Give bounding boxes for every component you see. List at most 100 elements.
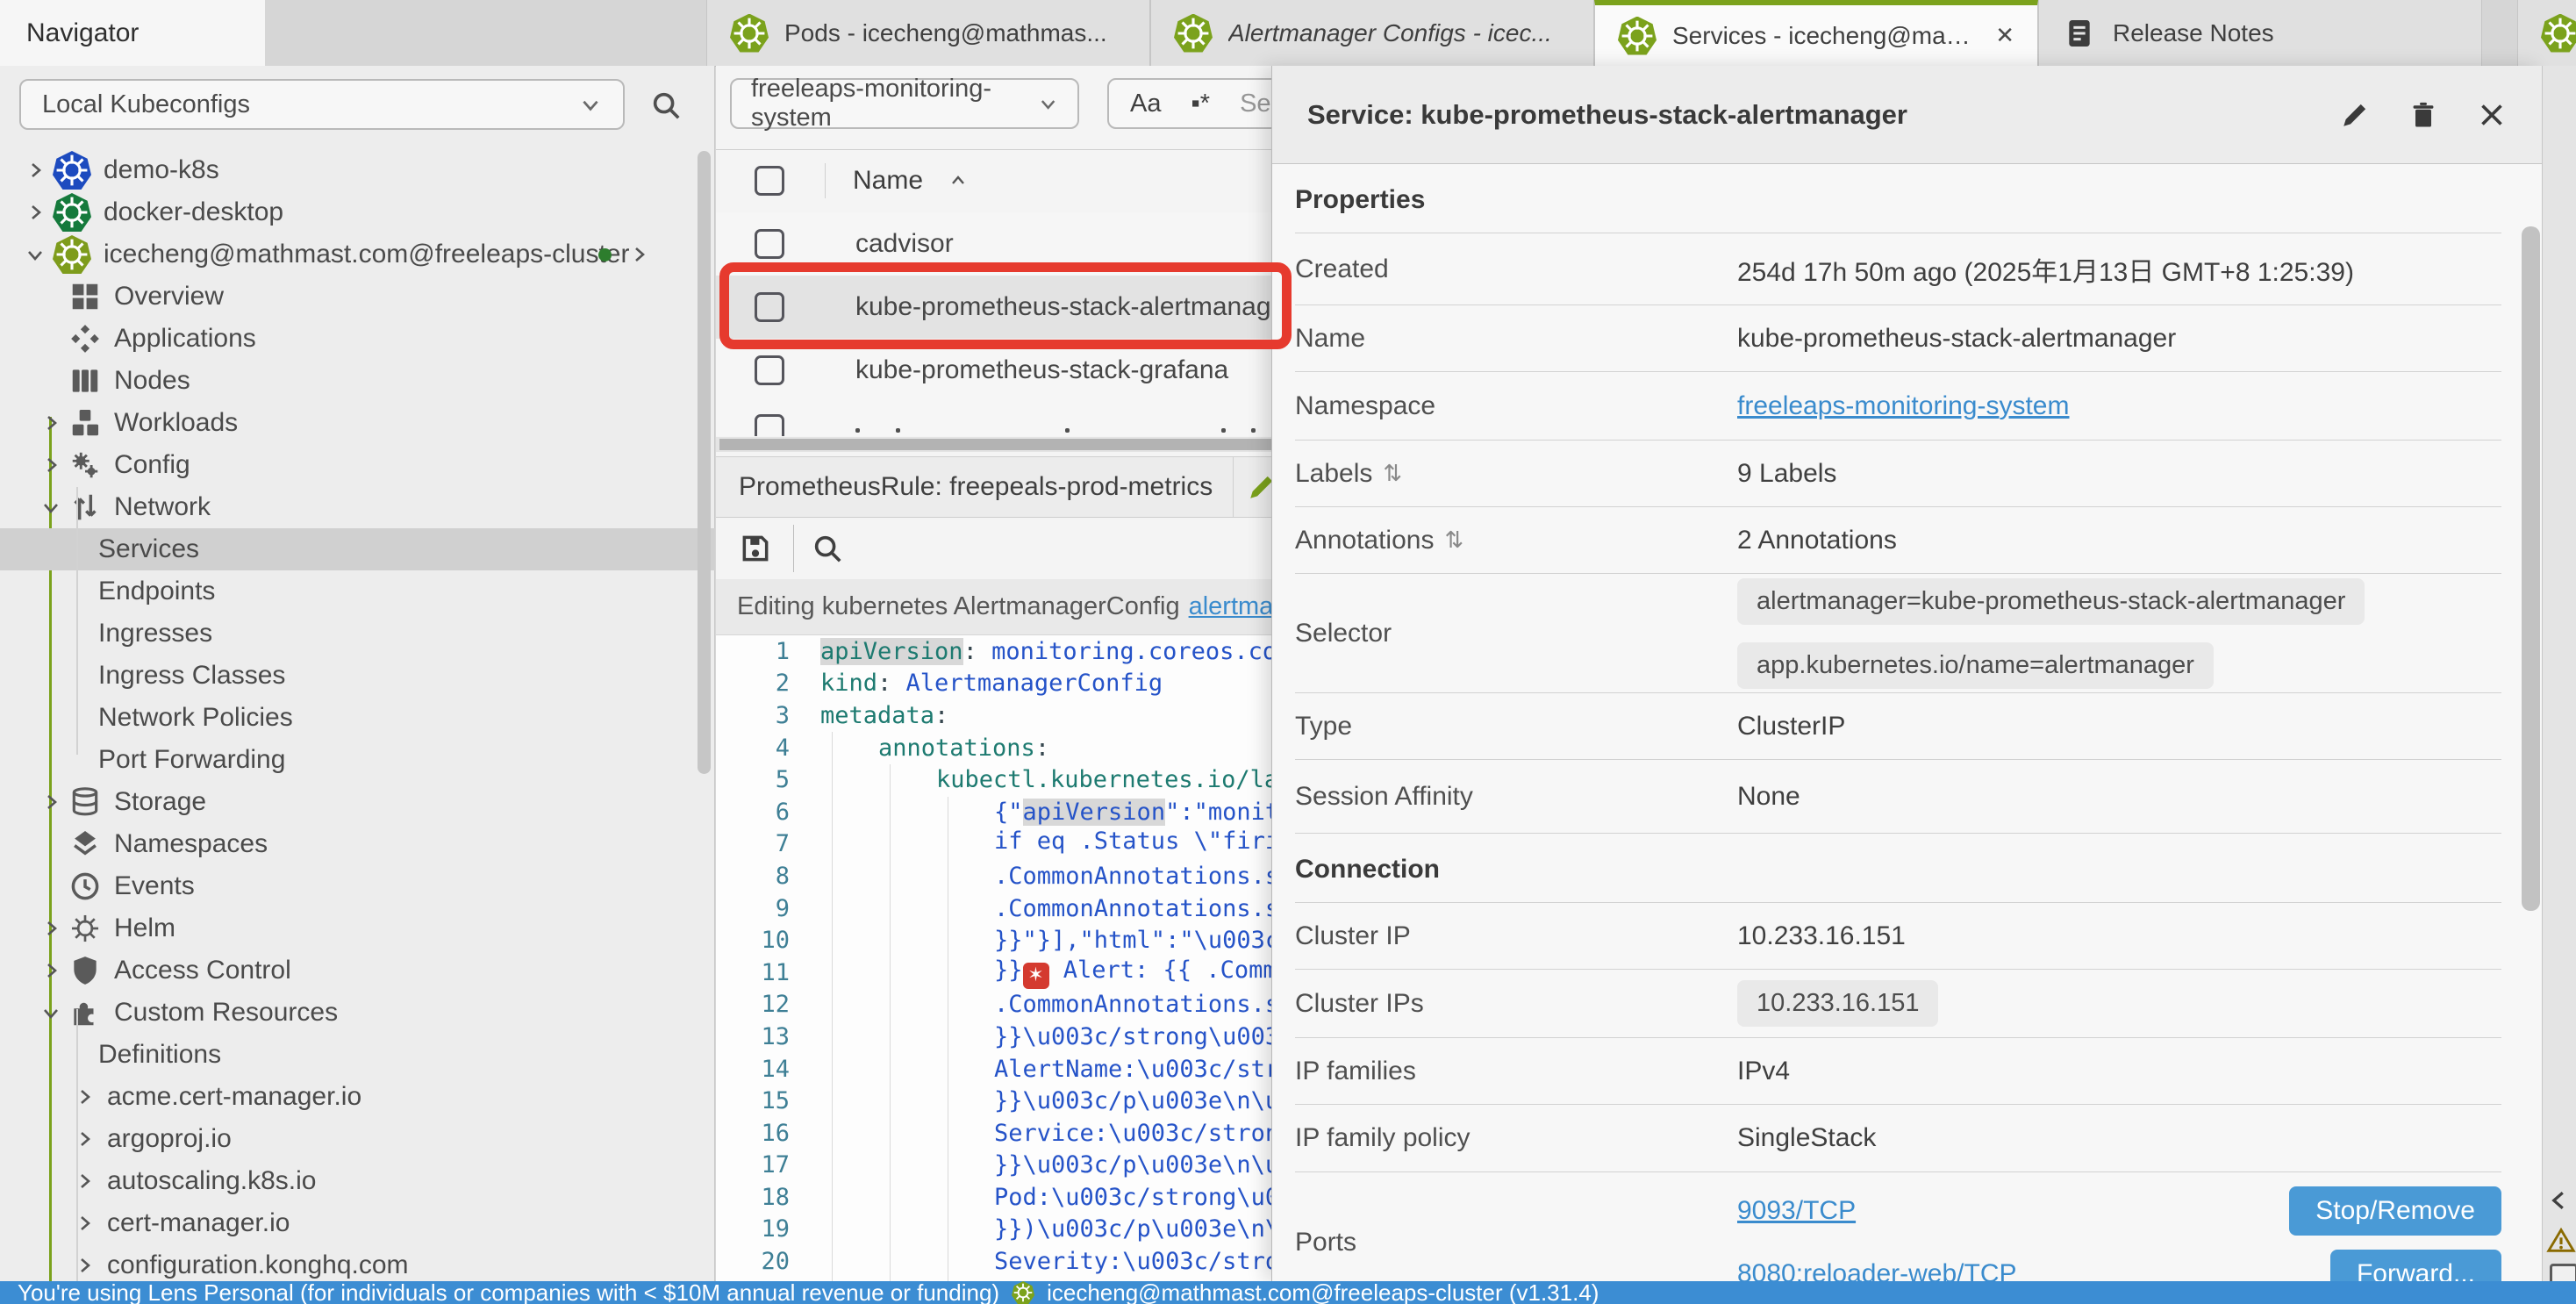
chevron-right-icon[interactable] <box>25 160 46 181</box>
tab-pods[interactable]: Pods - icecheng@mathmas... <box>706 0 1150 66</box>
search-icon[interactable] <box>649 89 683 122</box>
row-label: Annotations <box>1295 526 1434 555</box>
sidebar-item-namespaces[interactable]: Namespaces <box>0 823 715 865</box>
row-checkbox[interactable] <box>755 229 784 259</box>
port-link[interactable]: 9093/TCP <box>1737 1196 1856 1226</box>
sort-toggle-icon[interactable]: ⇅ <box>1444 527 1463 554</box>
chevron-down-icon[interactable] <box>25 244 46 265</box>
row-value: IPv4 <box>1737 1057 2501 1086</box>
row-checkbox[interactable] <box>755 355 784 385</box>
chevron-right-icon[interactable] <box>40 792 61 813</box>
row-label: Cluster IPs <box>1295 989 1424 1019</box>
section-heading-properties: Properties <box>1295 164 2501 233</box>
match-case-icon[interactable]: Aa <box>1130 90 1161 118</box>
warning-icon[interactable] <box>2546 1226 2576 1256</box>
sidebar-item-label: Port Forwarding <box>98 745 285 775</box>
close-icon[interactable]: ✕ <box>1995 22 2014 49</box>
row-label: Session Affinity <box>1295 782 1473 812</box>
storage-icon <box>68 785 102 819</box>
tab-alertmanager[interactable]: Alertmanager Configs - icec... <box>1150 0 1594 66</box>
search-icon[interactable] <box>811 532 844 565</box>
chevron-right-icon[interactable] <box>25 202 46 223</box>
sidebar-item-argoproj-io[interactable]: argoproj.io <box>0 1118 715 1160</box>
chevron-right-icon[interactable] <box>40 918 61 939</box>
namespace-link[interactable]: freeleaps-monitoring-system <box>1737 391 2501 421</box>
sidebar-item-access-control[interactable]: Access Control <box>0 949 715 992</box>
forward-button[interactable]: Forward... <box>2330 1250 2501 1282</box>
service-name: cadvisor <box>855 229 954 259</box>
code-text: apiVersion: monitoring.coreos.com/v1 <box>820 638 1334 665</box>
sidebar-item-applications[interactable]: Applications <box>0 318 715 360</box>
sidebar-item-label: Ingress Classes <box>98 661 285 691</box>
sidebar-item-network-policies[interactable]: Network Policies <box>0 697 715 739</box>
sidebar-item-custom-resources[interactable]: Custom Resources <box>0 992 715 1034</box>
tab-release[interactable]: Release Notes <box>2038 0 2482 66</box>
line-number: 3 <box>716 702 790 729</box>
sidebar-item-definitions[interactable]: Definitions <box>0 1034 715 1076</box>
sort-asc-icon[interactable] <box>948 170 969 191</box>
chevron-right-icon[interactable] <box>40 412 61 433</box>
code-text: annotations: <box>820 734 1049 762</box>
drawer-scrollbar[interactable] <box>2522 226 2540 911</box>
sidebar-item-autoscaling-k8s-io[interactable]: autoscaling.k8s.io <box>0 1160 715 1202</box>
kubeconfig-select[interactable]: Local Kubeconfigs <box>19 79 625 130</box>
row-checkbox[interactable] <box>755 292 784 322</box>
sort-toggle-icon[interactable]: ⇅ <box>1383 460 1402 487</box>
sidebar-item-ingresses[interactable]: Ingresses <box>0 613 715 655</box>
drawer-title: Service: kube-prometheus-stack-alertmana… <box>1307 99 2302 131</box>
tab-label: Pods - icecheng@mathmas... <box>784 19 1127 47</box>
sidebar-item-label: Workloads <box>114 408 238 438</box>
tab-partial[interactable] <box>2517 0 2576 66</box>
sidebar-item-overview[interactable]: Overview <box>0 276 715 318</box>
regex-icon[interactable]: ▪* <box>1191 90 1210 118</box>
row-value: SingleStack <box>1737 1123 2501 1153</box>
stop-removebutton[interactable]: Stop/Remove <box>2289 1186 2501 1236</box>
chevron-down-icon[interactable] <box>40 1002 61 1023</box>
sidebar-item-port-forwarding[interactable]: Port Forwarding <box>0 739 715 781</box>
sidebar-item-services[interactable]: Services <box>0 528 715 570</box>
sidebar-item-label: Endpoints <box>98 577 215 606</box>
sidebar-item-configuration-konghq-com[interactable]: configuration.konghq.com <box>0 1244 715 1281</box>
sidebar-item-nodes[interactable]: Nodes <box>0 360 715 402</box>
sidebar-item-endpoints[interactable]: Endpoints <box>0 570 715 613</box>
sidebar-item-helm[interactable]: Helm <box>0 907 715 949</box>
chevron-right-icon[interactable] <box>40 455 61 476</box>
line-number: 13 <box>716 1023 790 1050</box>
row-checkbox[interactable] <box>755 414 784 436</box>
helm-icon <box>68 912 102 945</box>
name-column-header[interactable]: Name <box>853 166 923 196</box>
code-text: kind: AlertmanagerConfig <box>820 670 1163 697</box>
sidebar-item-icecheng-mathmast-com-freeleaps-cluster[interactable]: icecheng@mathmast.com@freeleaps-cluster <box>0 233 715 276</box>
navigator-panel-tab[interactable]: Navigator <box>0 0 265 66</box>
trash-icon[interactable] <box>2408 99 2439 131</box>
sidebar-item-network[interactable]: Network <box>0 486 715 528</box>
navigator-sidebar: Local Kubeconfigs demo-k8sdocker-desktop… <box>0 66 715 1281</box>
chevron-down-icon[interactable] <box>40 497 61 518</box>
sidebar-item-cert-manager-io[interactable]: cert-manager.io <box>0 1202 715 1244</box>
chevron-right-icon[interactable] <box>40 960 61 981</box>
close-icon[interactable] <box>2476 99 2508 131</box>
namespace-select[interactable]: freeleaps-monitoring-system <box>730 78 1079 129</box>
sidebar-item-label: Config <box>114 450 190 480</box>
sidebar-item-demo-k8s[interactable]: demo-k8s <box>0 149 715 191</box>
tab-services[interactable]: Services - icecheng@math...✕ <box>1594 0 2038 66</box>
network-indent-guide <box>76 487 78 755</box>
sidebar-item-storage[interactable]: Storage <box>0 781 715 823</box>
select-all-checkbox[interactable] <box>755 166 784 196</box>
tab-label: Release Notes <box>2113 19 2458 47</box>
chevron-left-icon[interactable] <box>2546 1187 2572 1214</box>
sidebar-item-label: Services <box>98 534 199 564</box>
sidebar-item-ingress-classes[interactable]: Ingress Classes <box>0 655 715 697</box>
port-link[interactable]: 8080:reloader-web/TCP <box>1737 1259 2017 1282</box>
edit-pencil-icon[interactable] <box>2339 99 2371 131</box>
sidebar-item-events[interactable]: Events <box>0 865 715 907</box>
sidebar-item-workloads[interactable]: Workloads <box>0 402 715 444</box>
save-icon[interactable] <box>739 532 772 565</box>
applications-icon <box>68 322 102 355</box>
sidebar-scrollbar[interactable] <box>698 151 711 774</box>
kubernetes-icon <box>1618 17 1657 55</box>
chevron-right-icon[interactable] <box>628 244 649 265</box>
sidebar-item-config[interactable]: Config <box>0 444 715 486</box>
sidebar-item-docker-desktop[interactable]: docker-desktop <box>0 191 715 233</box>
sidebar-item-acme-cert-manager-io[interactable]: acme.cert-manager.io <box>0 1076 715 1118</box>
